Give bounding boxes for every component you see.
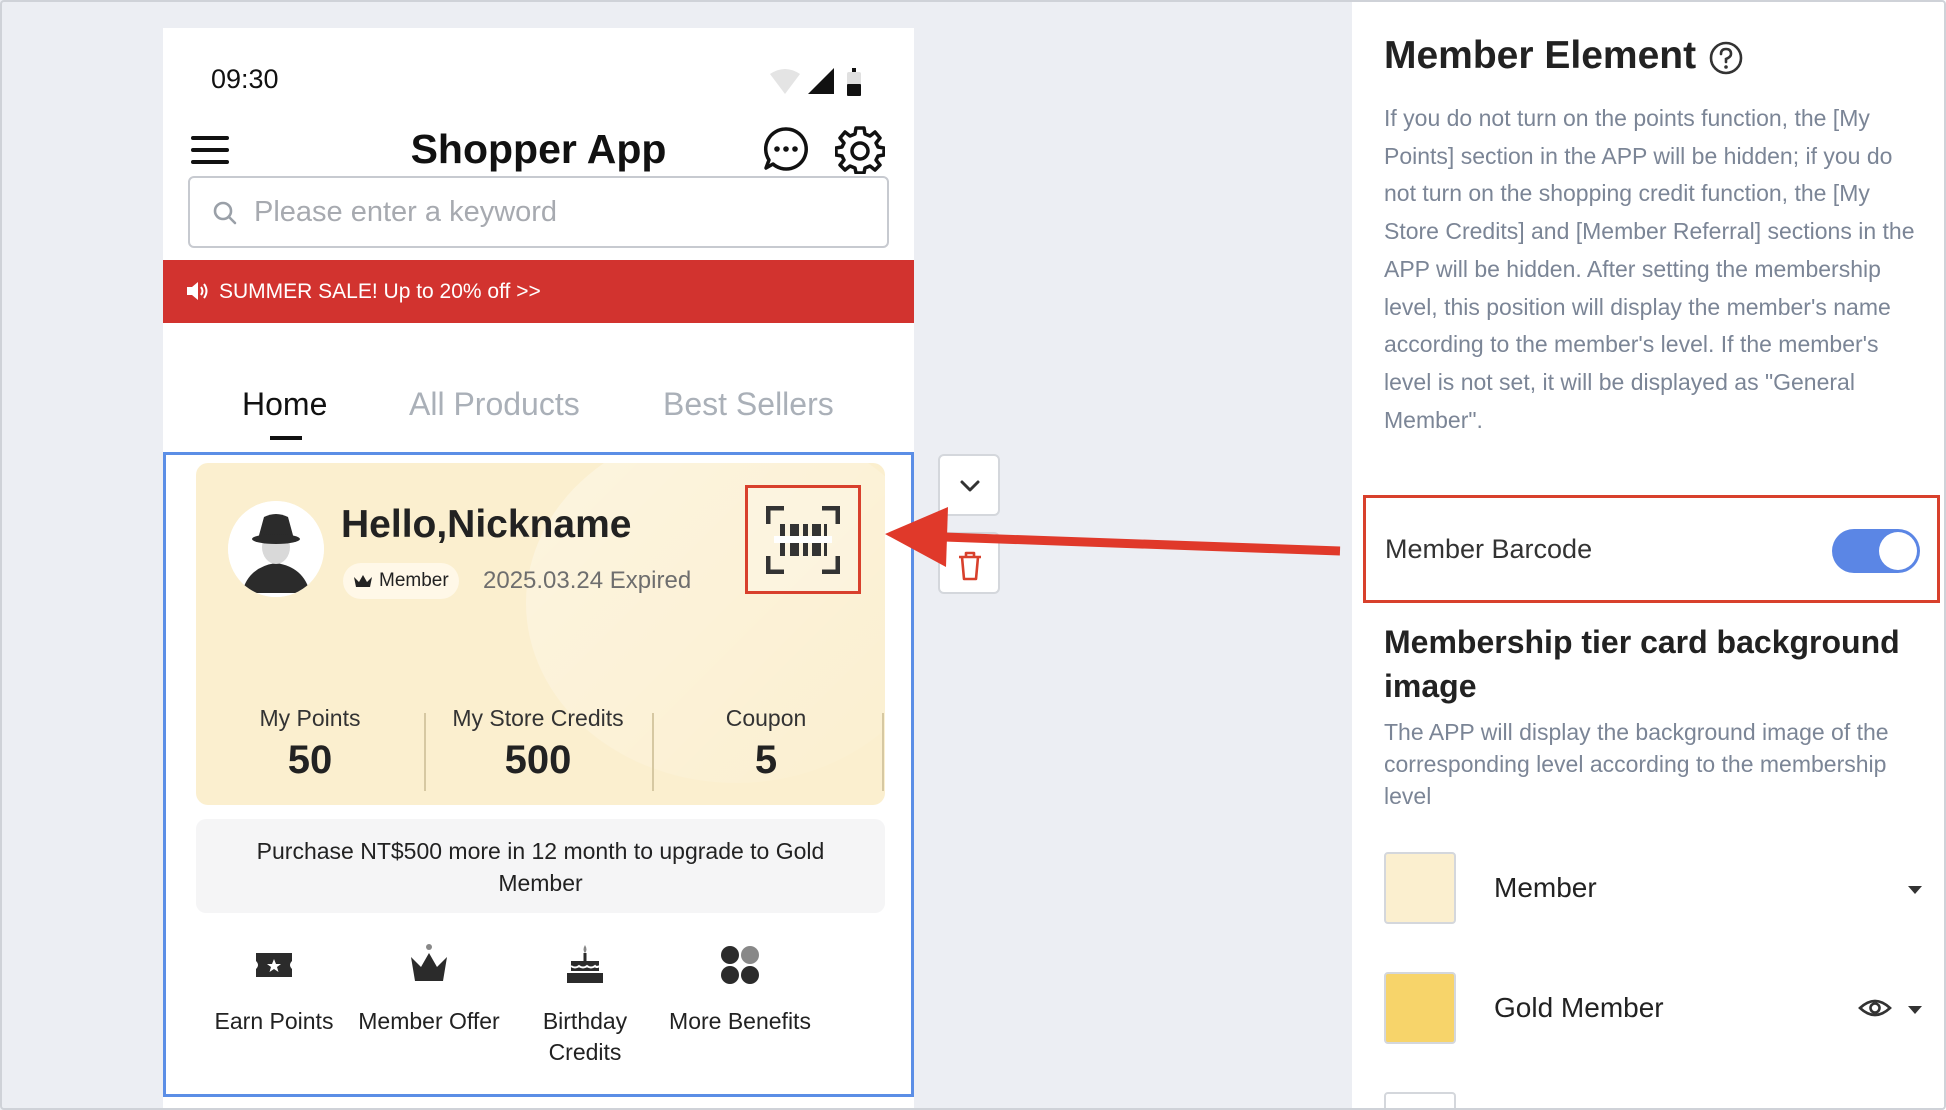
- member-benefits: Earn Points Member Offer Birthday Credit…: [196, 943, 885, 1073]
- benefit-label: Earn Points: [214, 1008, 334, 1034]
- tier-color-swatch[interactable]: [1384, 1092, 1456, 1110]
- settings-panel: Member Element If you do not turn on the…: [1352, 0, 1946, 1110]
- panel-title: Member Element: [1384, 34, 1697, 77]
- member-barcode-toggle[interactable]: [1832, 529, 1920, 573]
- speaker-icon: [187, 282, 208, 300]
- wifi-icon: [770, 69, 800, 94]
- benefit-member-offer[interactable]: Member Offer: [351, 943, 507, 1037]
- benefit-birthday-credits[interactable]: Birthday Credits: [507, 943, 663, 1068]
- tab-home[interactable]: Home: [242, 386, 327, 423]
- member-greeting: Hello,Nickname: [341, 503, 632, 546]
- barcode-scan-icon: [766, 506, 840, 574]
- stat-value: 5: [754, 738, 778, 782]
- member-barcode-setting: Member Barcode: [1363, 495, 1940, 603]
- caret-down-icon[interactable]: [1906, 884, 1924, 896]
- stat-store-credits[interactable]: My Store Credits 500: [424, 705, 652, 783]
- member-barcode-button[interactable]: [745, 485, 861, 594]
- chat-icon[interactable]: [761, 124, 811, 174]
- stat-label: My Points: [259, 705, 361, 731]
- tier-badge: Member: [343, 563, 459, 599]
- search-icon: [213, 201, 237, 225]
- four-leaf-icon: [721, 946, 759, 984]
- member-element-block[interactable]: Hello,Nickname Member 2025.03.24 Expired: [163, 452, 914, 1097]
- stat-points[interactable]: My Points 50: [196, 705, 424, 783]
- stat-value: 50: [287, 738, 333, 782]
- sale-banner[interactable]: SUMMER SALE! Up to 20% off >>: [163, 260, 914, 323]
- member-barcode-label: Member Barcode: [1385, 534, 1593, 564]
- tier-color-swatch[interactable]: [1384, 852, 1456, 924]
- status-icons: [768, 66, 874, 105]
- benefit-label: Birthday Credits: [542, 1008, 628, 1065]
- member-card: Hello,Nickname Member 2025.03.24 Expired: [196, 463, 885, 805]
- eye-icon[interactable]: [1858, 996, 1892, 1020]
- benefit-label: Member Offer: [358, 1008, 500, 1034]
- tier-row-gold-member[interactable]: Gold Member: [1384, 972, 1930, 1044]
- ticket-star-icon: [256, 953, 292, 977]
- delete-button[interactable]: [938, 532, 1000, 594]
- benefit-label: More Benefits: [669, 1008, 811, 1034]
- sale-banner-text: SUMMER SALE! Up to 20% off >>: [219, 280, 541, 303]
- trash-icon: [959, 551, 981, 581]
- upgrade-notice: Purchase NT$500 more in 12 month to upgr…: [196, 819, 885, 913]
- search-box[interactable]: [188, 176, 889, 248]
- crown-icon: [411, 944, 447, 981]
- toggle-knob: [1879, 532, 1917, 570]
- stat-label: Coupon: [725, 705, 807, 731]
- tier-badge-label: Member: [379, 570, 449, 591]
- stat-coupon[interactable]: Coupon 5: [652, 705, 880, 783]
- caret-down-icon[interactable]: [1906, 1004, 1924, 1016]
- avatar: [228, 501, 324, 597]
- benefit-more-benefits[interactable]: More Benefits: [662, 943, 818, 1037]
- tab-all-products[interactable]: All Products: [409, 386, 580, 423]
- tier-name: Member: [1494, 872, 1597, 903]
- panel-description: If you do not turn on the points functio…: [1384, 105, 1915, 433]
- search-input[interactable]: [254, 188, 874, 236]
- tier-background-description: The APP will display the background imag…: [1384, 719, 1889, 809]
- stat-divider: [882, 713, 884, 791]
- tier-color-swatch[interactable]: [1384, 972, 1456, 1044]
- status-time: 09:30: [211, 64, 279, 94]
- membership-expiry: 2025.03.24 Expired: [483, 567, 692, 594]
- member-stats: My Points 50 My Store Credits 500 Coupon…: [196, 705, 885, 795]
- tier-background-title: Membership tier card background image: [1384, 624, 1900, 704]
- status-bar: 09:30: [163, 28, 914, 98]
- move-down-button[interactable]: [938, 454, 1000, 516]
- benefit-earn-points[interactable]: Earn Points: [196, 943, 352, 1037]
- signal-icon: [808, 68, 834, 94]
- stat-value: 500: [504, 738, 572, 782]
- crown-icon: [354, 575, 372, 587]
- tab-bar: Home All Products Best Sellers: [163, 368, 914, 440]
- stat-label: My Store Credits: [452, 705, 624, 731]
- tab-best-sellers[interactable]: Best Sellers: [663, 386, 834, 423]
- cake-icon: [567, 945, 603, 983]
- gear-icon[interactable]: [835, 124, 885, 174]
- active-tab-indicator: [270, 436, 302, 440]
- help-icon[interactable]: [1708, 40, 1744, 76]
- tier-name: Gold Member: [1494, 992, 1664, 1023]
- chevron-down-icon: [960, 480, 980, 492]
- tier-row-member[interactable]: Member: [1384, 852, 1930, 924]
